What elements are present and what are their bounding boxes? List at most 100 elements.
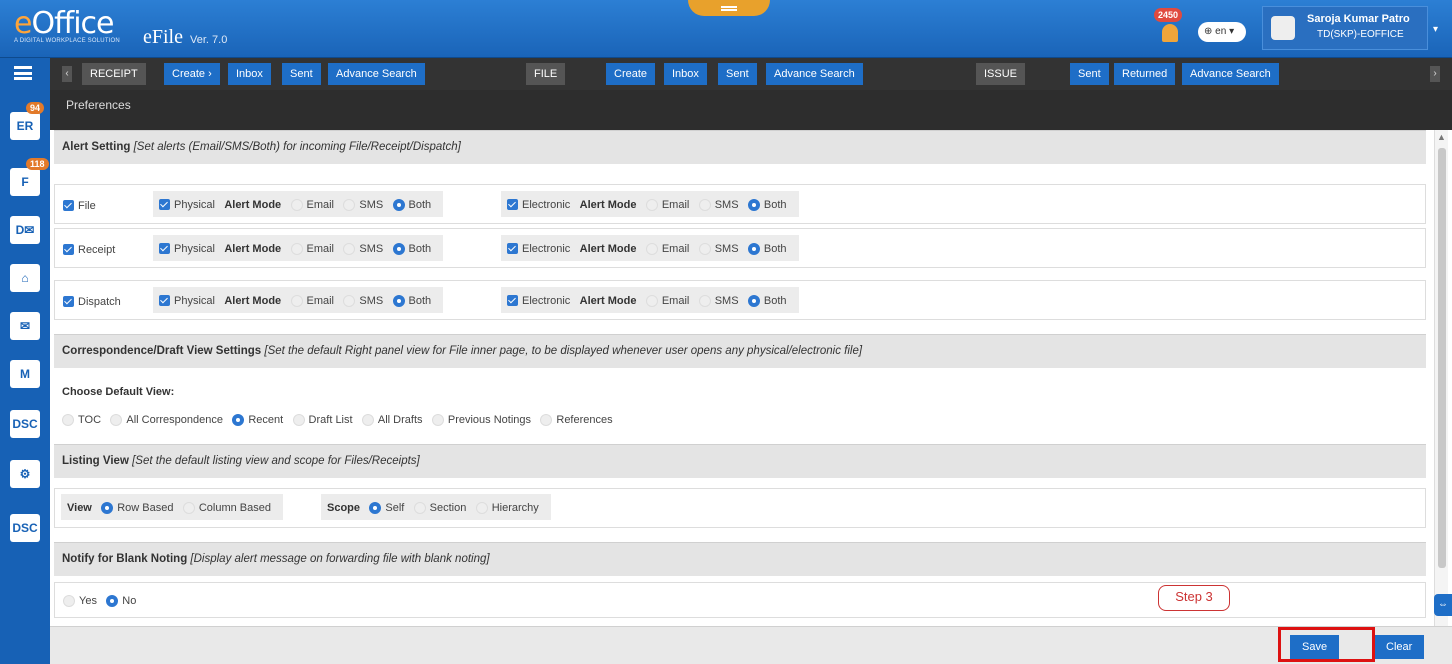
references-radio[interactable] (540, 413, 553, 426)
app-title: eFile Ver. 7.0 (143, 26, 228, 48)
nav-file-sent[interactable]: Sent (718, 63, 757, 85)
nav-receipt-create[interactable]: Create › (164, 63, 220, 85)
chevron-down-icon[interactable]: ▾ (1433, 24, 1438, 35)
sms-radio[interactable] (698, 242, 711, 255)
nav-issue-advance-search[interactable]: Advance Search (1182, 63, 1279, 85)
listing-view-header: Listing View [Set the default listing vi… (54, 444, 1426, 478)
collapse-handle[interactable] (688, 0, 770, 16)
nav-file-advance-search[interactable]: Advance Search (766, 63, 863, 85)
email-radio[interactable] (290, 198, 303, 211)
sms-radio[interactable] (343, 294, 356, 307)
electronic-checkbox[interactable] (507, 199, 518, 211)
choose-default-view-label: Choose Default View: (62, 386, 175, 398)
physical-checkbox[interactable] (159, 295, 170, 307)
correspondence-header: Correspondence/Draft View Settings [Set … (54, 334, 1426, 368)
nav-receipt-inbox[interactable]: Inbox (228, 63, 271, 85)
electronic-group: Electronic Alert Mode Email SMS Both (501, 191, 799, 217)
column-based-radio[interactable] (182, 501, 195, 514)
physical-group: Physical Alert Mode Email SMS Both (153, 191, 444, 217)
electronic-group: Electronic Alert Mode Email SMS Both (501, 235, 799, 261)
nav-issue-label[interactable]: ISSUE (976, 63, 1026, 85)
clear-button[interactable]: Clear (1374, 635, 1425, 659)
both-radio[interactable] (392, 198, 405, 211)
settings-person-icon[interactable]: ⚙ (10, 460, 40, 488)
vertical-scrollbar[interactable]: ▲ (1434, 130, 1448, 626)
both-radio[interactable] (747, 198, 760, 211)
nav-receipt-label[interactable]: RECEIPT (82, 63, 146, 85)
alert-row-dispatch: Dispatch Physical Alert Mode Email SMS B… (54, 280, 1426, 320)
top-navbar: ‹ RECEIPT Create › Inbox Sent Advance Se… (50, 58, 1452, 90)
physical-checkbox[interactable] (159, 199, 170, 211)
user-menu[interactable]: Saroja Kumar Patro TD(SKP)-EOFFICE (1262, 6, 1428, 50)
mail-icon[interactable]: ✉ (10, 312, 40, 340)
expand-panel-icon[interactable]: ⇔ (1434, 594, 1452, 616)
nav-file-create[interactable]: Create (606, 63, 656, 85)
sms-radio[interactable] (698, 294, 711, 307)
electronic-checkbox[interactable] (507, 295, 518, 307)
notification-count: 2450 (1154, 8, 1183, 22)
receipt-badge: 94 (26, 102, 45, 114)
email-radio[interactable] (645, 294, 658, 307)
alert-row-file: File Physical Alert Mode Email SMS Both … (54, 184, 1426, 224)
file-badge: 118 (26, 158, 49, 170)
nav-receipt-advance-search[interactable]: Advance Search (328, 63, 425, 85)
dispatch-icon[interactable]: D✉ (10, 216, 40, 244)
scope-group: Scope Self Section Hierarchy (321, 494, 551, 520)
section-radio[interactable] (413, 501, 426, 514)
sms-radio[interactable] (343, 242, 356, 255)
nav-receipt-sent[interactable]: Sent (282, 63, 321, 85)
receipt-icon[interactable]: ER (10, 112, 40, 140)
receipt-checkbox[interactable] (63, 244, 74, 256)
step-callout: Step 3 (1158, 585, 1230, 611)
self-radio[interactable] (369, 501, 382, 514)
page-title: Preferences (50, 90, 1452, 130)
hamburger-menu-icon[interactable] (14, 66, 32, 80)
both-radio[interactable] (392, 294, 405, 307)
nav-issue-returned[interactable]: Returned (1114, 63, 1176, 85)
draft-list-radio[interactable] (292, 413, 305, 426)
chevron-left-icon[interactable]: ‹ (62, 66, 72, 82)
both-radio[interactable] (747, 242, 760, 255)
electronic-group: Electronic Alert Mode Email SMS Both (501, 287, 799, 313)
move-icon[interactable]: M (10, 360, 40, 388)
file-icon[interactable]: F (10, 168, 40, 196)
hierarchy-radio[interactable] (475, 501, 488, 514)
email-radio[interactable] (645, 198, 658, 211)
nav-issue-sent[interactable]: Sent (1070, 63, 1109, 85)
dsc-icon[interactable]: DSC (10, 514, 40, 542)
previous-notings-radio[interactable] (431, 413, 444, 426)
toc-radio[interactable] (62, 413, 74, 426)
email-radio[interactable] (290, 294, 303, 307)
chevron-right-icon[interactable]: › (1430, 66, 1440, 82)
dsc-icon[interactable]: DSC (10, 410, 40, 438)
physical-group: Physical Alert Mode Email SMS Both (153, 287, 444, 313)
all-drafts-radio[interactable] (361, 413, 374, 426)
notification-bell[interactable]: 2450 (1154, 8, 1184, 44)
tagline: A DIGITAL WORKPLACE SOLUTION (14, 38, 120, 44)
sms-radio[interactable] (343, 198, 356, 211)
home-icon[interactable]: ⌂ (10, 264, 40, 292)
scroll-up-icon[interactable]: ▲ (1437, 132, 1446, 142)
electronic-checkbox[interactable] (507, 243, 518, 255)
physical-checkbox[interactable] (159, 243, 170, 255)
file-checkbox[interactable] (63, 200, 74, 212)
nav-file-label[interactable]: FILE (526, 63, 566, 85)
step-highlight-box (1278, 627, 1375, 662)
email-radio[interactable] (290, 242, 303, 255)
physical-group: Physical Alert Mode Email SMS Both (153, 235, 444, 261)
all-correspondence-radio[interactable] (110, 413, 123, 426)
preferences-content: Alert Setting [Set alerts (Email/SMS/Bot… (54, 130, 1434, 664)
dispatch-checkbox[interactable] (63, 296, 74, 308)
no-radio[interactable] (106, 594, 119, 607)
eoffice-logo: eOffice A DIGITAL WORKPLACE SOLUTION (14, 6, 154, 52)
both-radio[interactable] (392, 242, 405, 255)
recent-radio[interactable] (232, 413, 245, 426)
email-radio[interactable] (645, 242, 658, 255)
yes-radio[interactable] (63, 594, 75, 607)
language-selector[interactable]: ⊕ en ▾ (1198, 22, 1246, 42)
nav-file-inbox[interactable]: Inbox (664, 63, 707, 85)
scroll-thumb[interactable] (1438, 148, 1446, 568)
row-based-radio[interactable] (101, 501, 114, 514)
both-radio[interactable] (747, 294, 760, 307)
sms-radio[interactable] (698, 198, 711, 211)
